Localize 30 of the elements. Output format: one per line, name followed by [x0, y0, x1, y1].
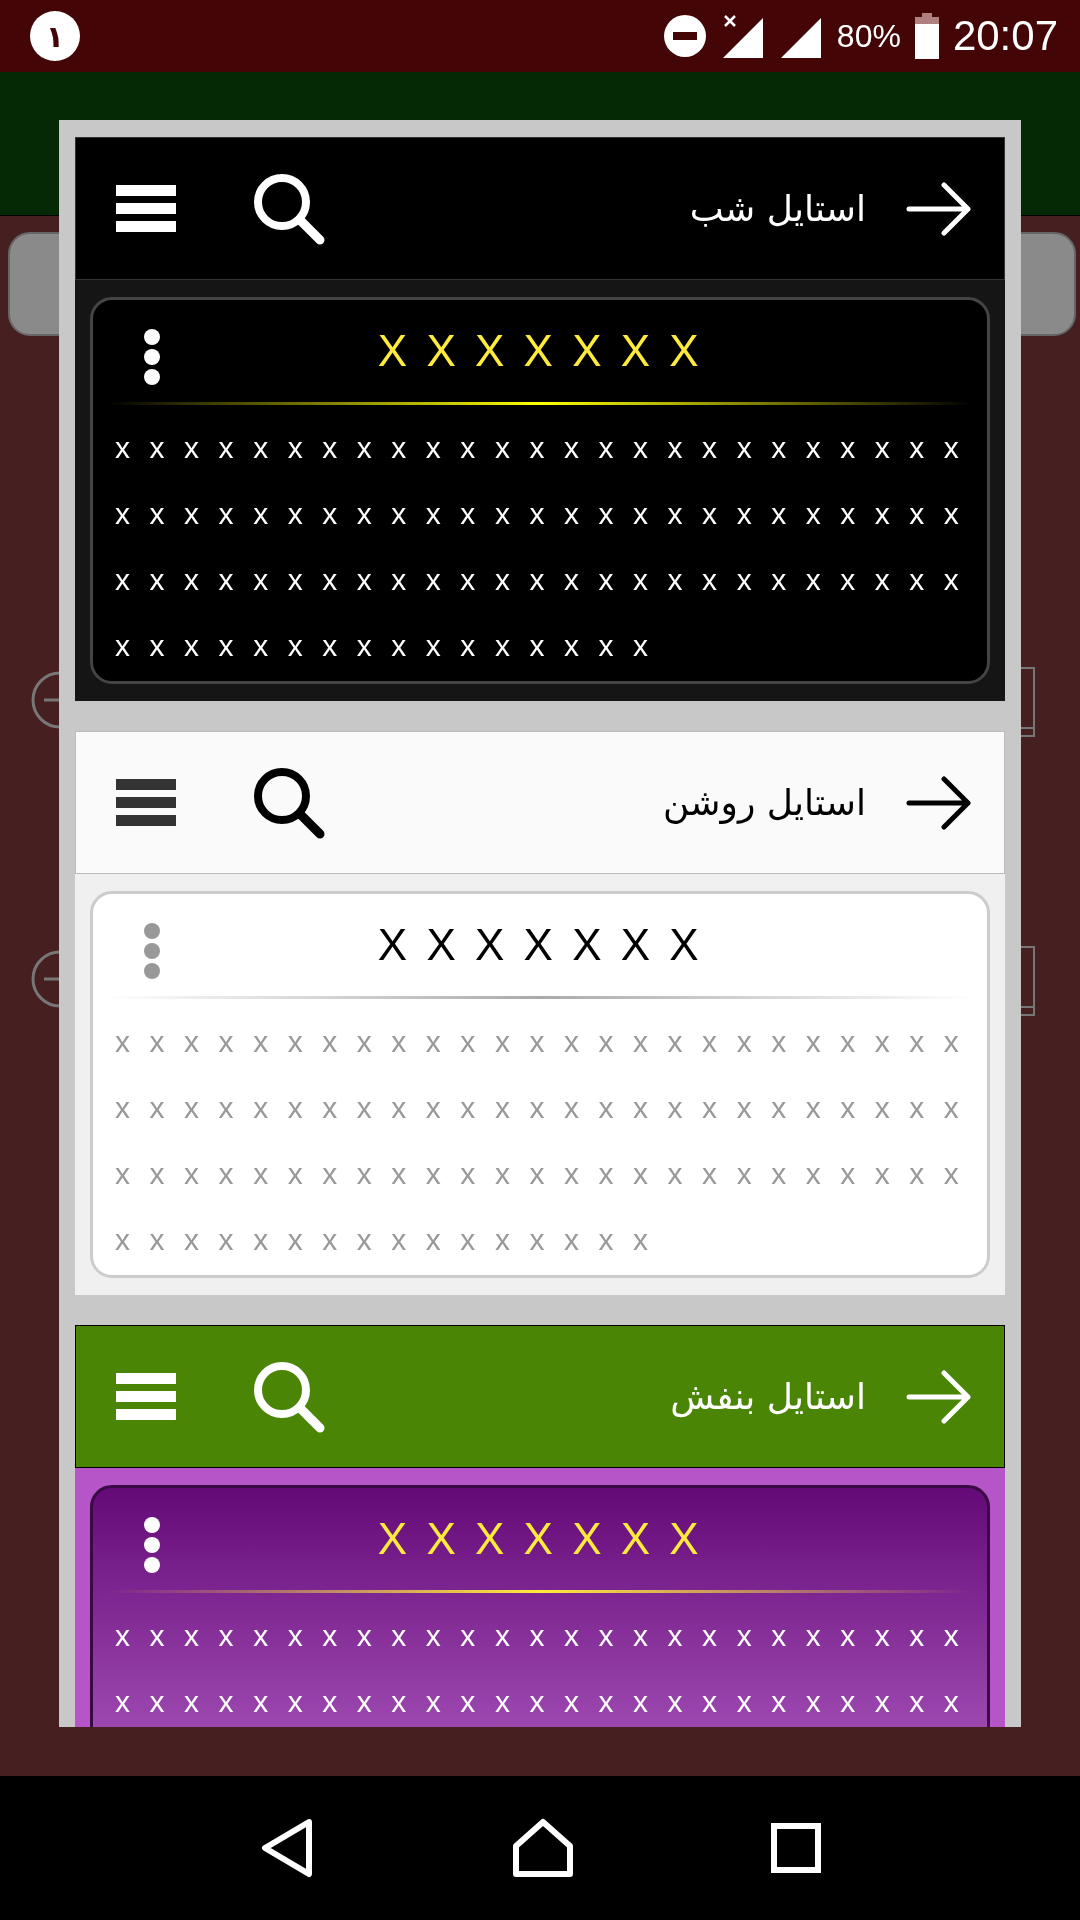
do-not-disturb-icon — [662, 14, 707, 58]
card-title: X X X X X X X — [377, 920, 703, 970]
card-text: x x x x x x x x x x x x x x x x — [114, 1222, 655, 1258]
card-title: X X X X X X X — [377, 1514, 703, 1564]
card-text: x x x x x x x x x x x x x x x x x x x x x x x x x — [114, 1024, 966, 1060]
card-text: x x x x x x x x x x x x x x x x x x x x x x x x x — [114, 1156, 966, 1192]
back-arrow-icon[interactable] — [906, 775, 972, 830]
search-icon[interactable] — [252, 765, 326, 840]
recents-icon[interactable] — [771, 1823, 822, 1873]
home-icon[interactable] — [512, 1818, 574, 1878]
menu-icon[interactable] — [116, 184, 176, 233]
card-text: x x x x x x x x x x x x x x x x x x x x x x x x x — [114, 1684, 966, 1720]
more-options-icon[interactable] — [143, 328, 161, 386]
menu-icon[interactable] — [116, 778, 176, 827]
toolbar-title: استایل بنفش — [669, 1376, 867, 1417]
card-text: x x x x x x x x x x x x x x x x x x x x x x x x x — [114, 1090, 966, 1126]
card-text: x x x x x x x x x x x x x x x x x x x x x x x x x — [114, 562, 966, 598]
battery-percentage: 80% — [836, 17, 901, 55]
card-title: X X X X X X X — [377, 326, 703, 376]
clock: 20:07 — [952, 12, 1058, 60]
card-text: x x x x x x x x x x x x x x x x x x x x x x x x x — [114, 430, 966, 466]
more-options-icon[interactable] — [143, 1516, 161, 1574]
card-text: x x x x x x x x x x x x x x x x x x x x x x x x x — [114, 496, 966, 532]
card-text: x x x x x x x x x x x x x x x x x x x x x x x x x — [114, 1618, 966, 1654]
battery-icon — [914, 13, 939, 59]
card-text: x x x x x x x x x x x x x x x x — [114, 628, 655, 664]
toolbar-title: استایل روشن — [661, 782, 867, 823]
toolbar-title: استایل شب — [688, 188, 867, 229]
notification-badge: ١ — [30, 11, 80, 61]
search-icon[interactable] — [252, 171, 326, 246]
